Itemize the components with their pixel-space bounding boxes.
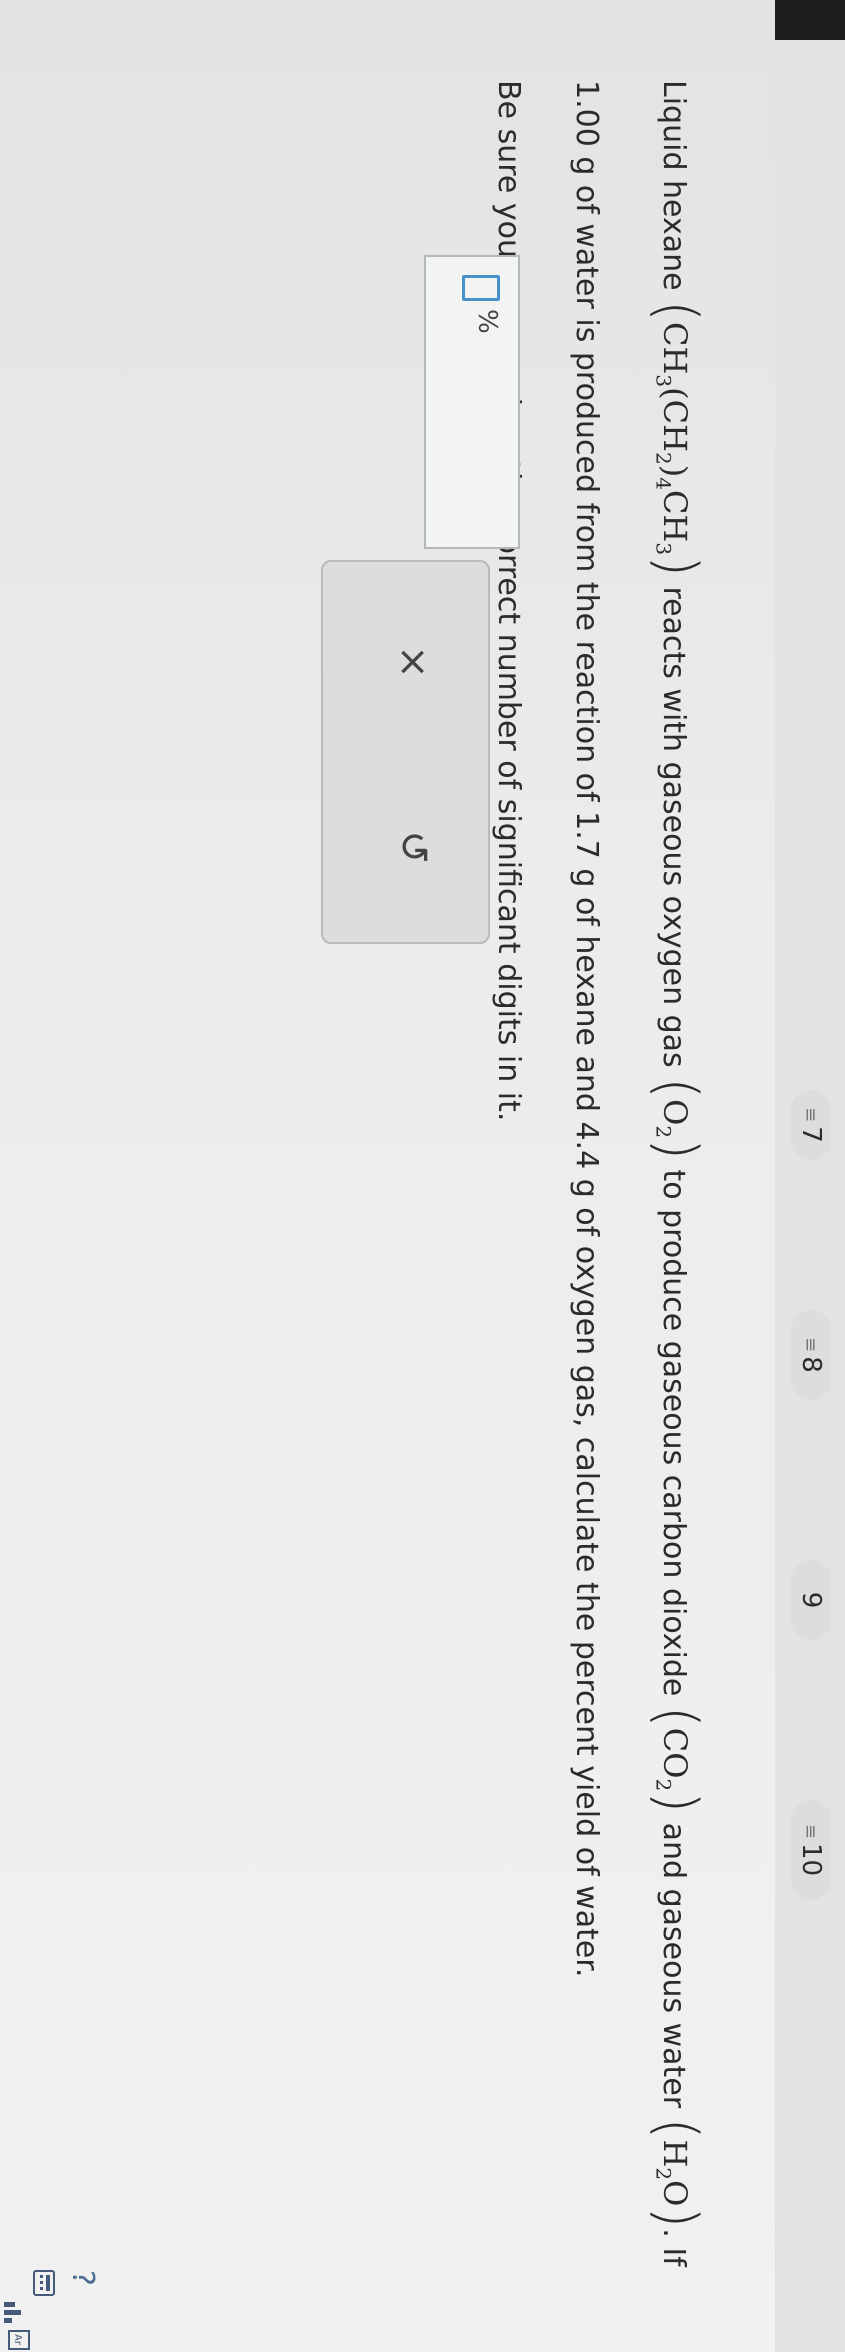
periodic-table-icon[interactable]: Ar <box>2 2330 30 2350</box>
answer-input-box[interactable]: % <box>424 255 520 549</box>
progress-bar: ≡ 7 ≡ 8 9 ≡ 10 <box>775 0 845 2352</box>
step-label: 10 <box>796 1843 826 1877</box>
svg-text:Ar: Ar <box>12 2334 23 2346</box>
step-10[interactable]: ≡ 10 <box>791 1800 831 1900</box>
top-edge <box>775 0 845 40</box>
question-part3: and gaseous water <box>656 1822 691 2109</box>
question-intro: Liquid hexane <box>656 80 691 291</box>
hexane-formula: CH3(CH2)4CH3 <box>651 321 694 556</box>
step-label: 8 <box>796 1356 826 1373</box>
percent-unit: % <box>472 309 502 334</box>
answer-input[interactable] <box>462 275 500 301</box>
step-lines-icon: ≡ <box>800 1337 822 1351</box>
step-label: 7 <box>796 1126 826 1143</box>
step-lines-icon: ≡ <box>800 1107 822 1121</box>
undo-button[interactable]: ↺ <box>390 817 436 877</box>
question-part1: reacts with gaseous oxygen gas <box>656 586 691 1068</box>
chart-icon[interactable] <box>0 2300 25 2326</box>
oxygen-formula: O2 <box>651 1099 694 1139</box>
water-formula: H2O <box>651 2139 694 2207</box>
step-8[interactable]: ≡ 8 <box>791 1310 831 1400</box>
co2-formula: CO2 <box>651 1727 694 1792</box>
action-panel: × ↺ <box>321 560 490 944</box>
question-part2: to produce gaseous carbon dioxide <box>656 1169 691 1697</box>
question-line-2: 1.00 g of water is produced from the rea… <box>568 80 604 1978</box>
calculator-icon[interactable] <box>27 2270 55 2296</box>
question-part4: . If <box>656 2228 691 2267</box>
clear-button[interactable]: × <box>390 632 436 692</box>
help-icon[interactable]: ? <box>65 2270 100 2286</box>
step-9[interactable]: 9 <box>791 1560 831 1640</box>
step-7[interactable]: ≡ 7 <box>791 1090 831 1160</box>
step-label: 9 <box>796 1591 826 1609</box>
question-line-1: Liquid hexane (CH3(CH2)4CH3) reacts with… <box>644 80 709 2267</box>
step-lines-icon: ≡ <box>800 1823 822 1837</box>
rotated-stage: ≡ 7 ≡ 8 9 ≡ 10 Liquid hexane (CH3(CH2)4C… <box>0 0 845 2352</box>
